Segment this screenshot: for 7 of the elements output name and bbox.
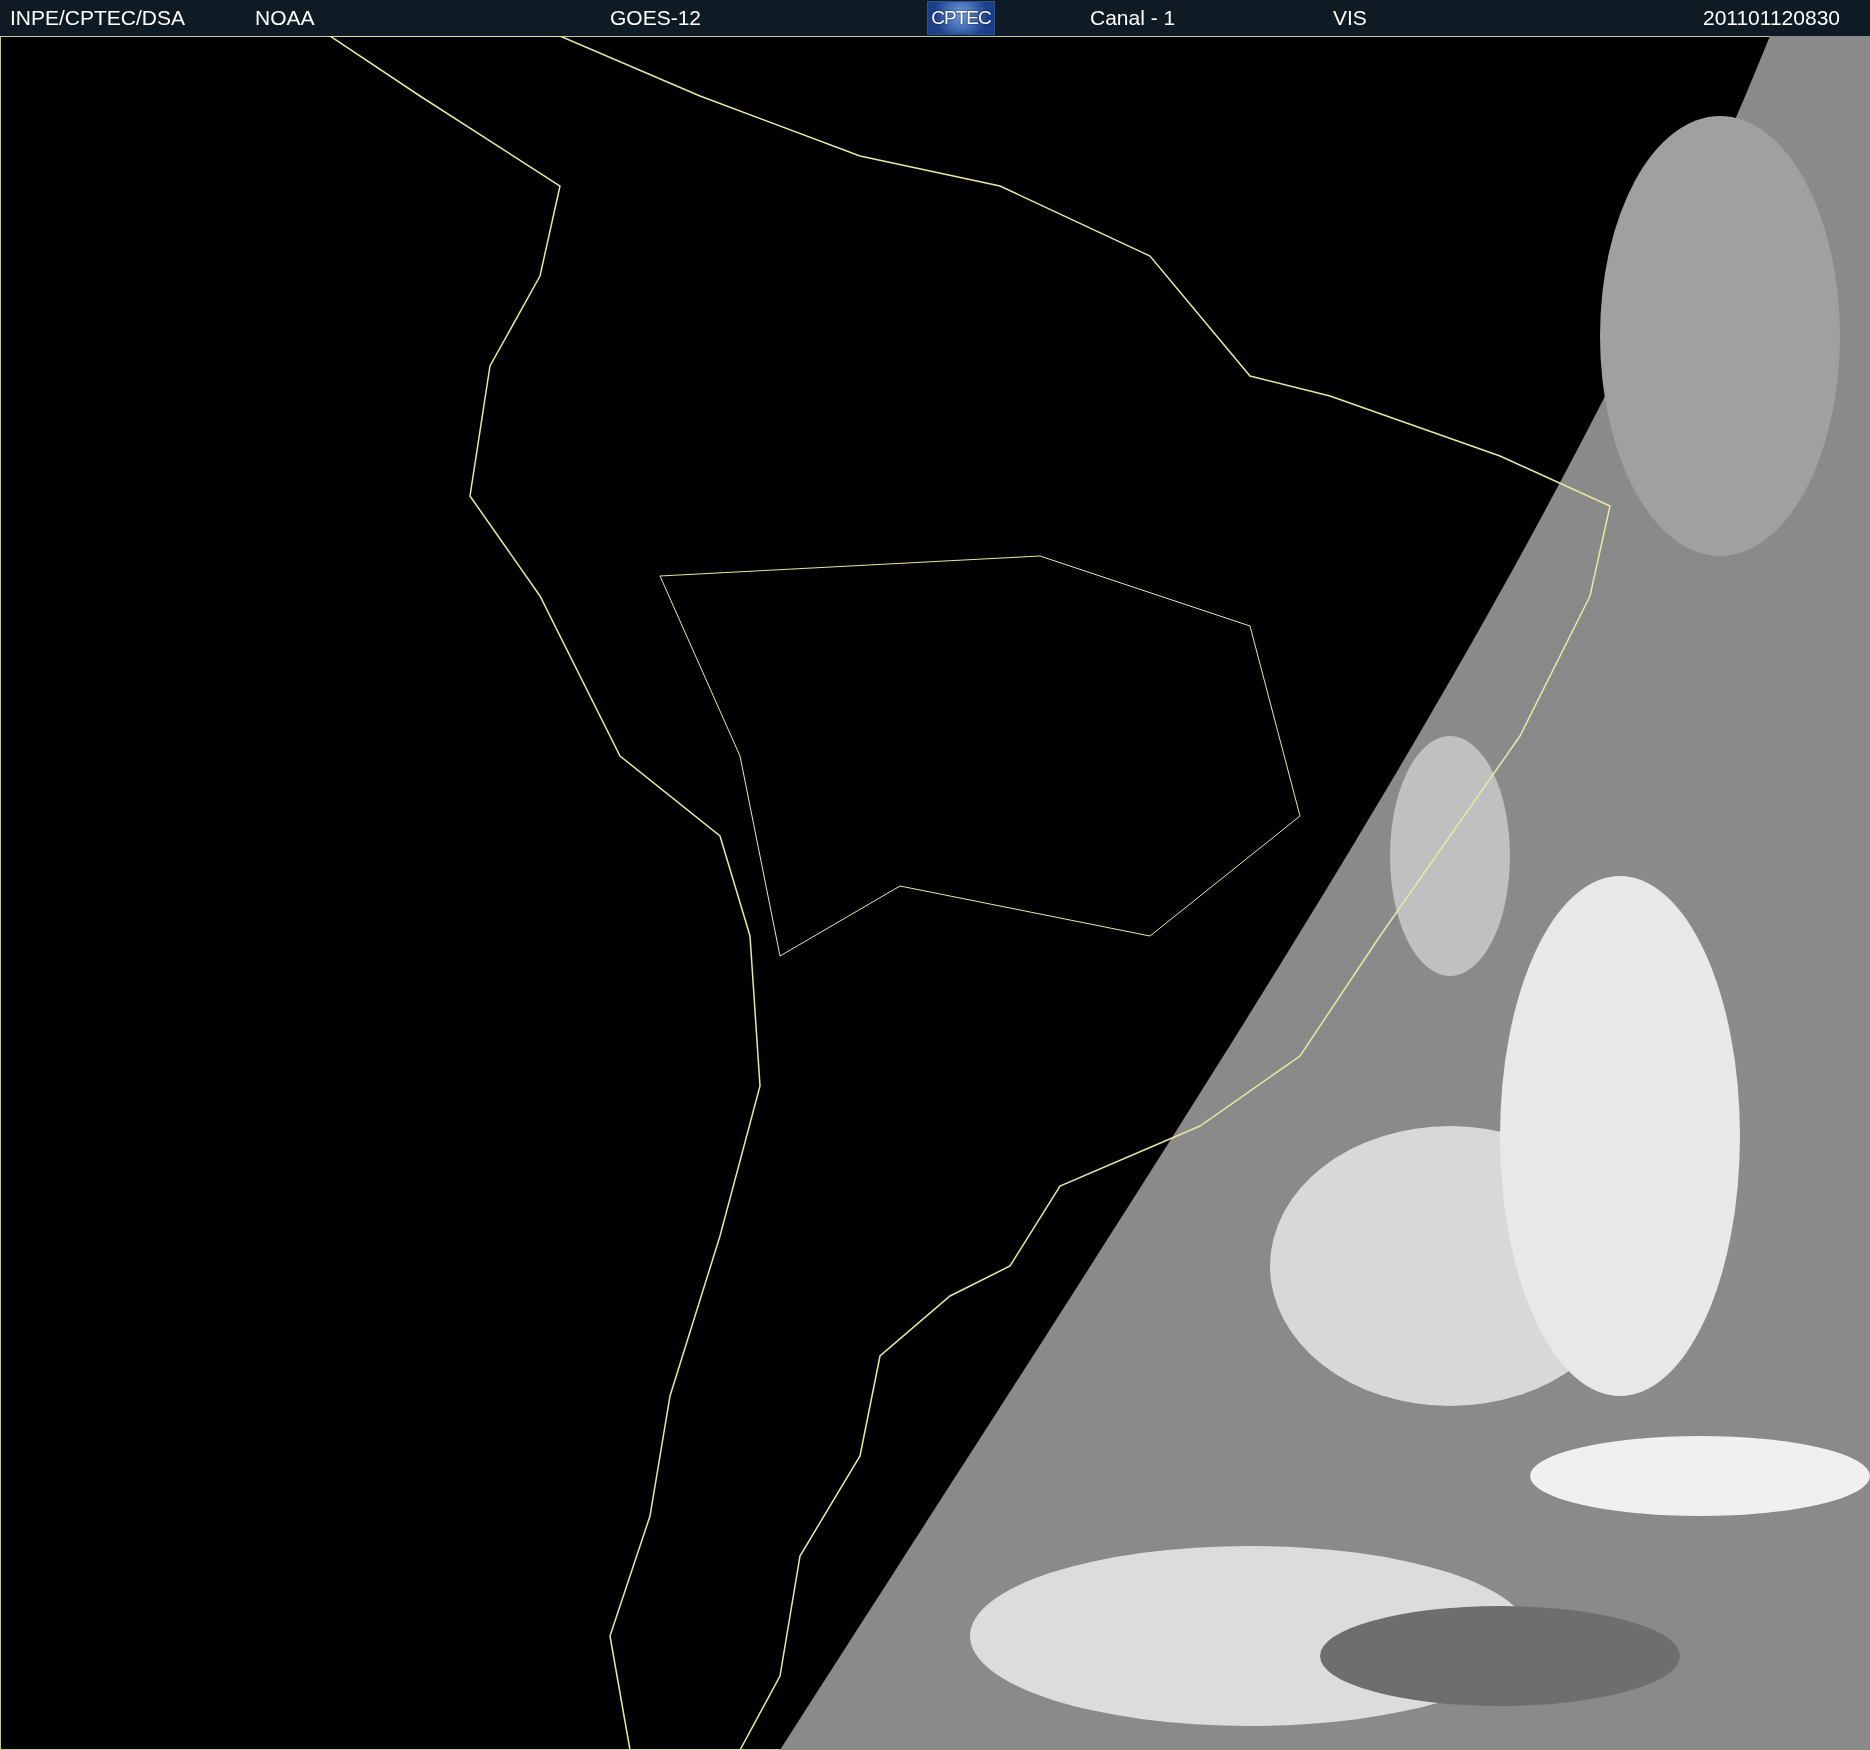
timestamp-label: 201101120830 (1702, 6, 1840, 30)
logo: CPTEC (927, 1, 995, 35)
satellite-label: GOES-12 (610, 6, 703, 30)
channel-label: Canal - 1 (1090, 6, 1177, 30)
source-label: INPE/CPTEC/DSA (10, 6, 187, 30)
agency-label: NOAA (255, 6, 316, 30)
band-label: VIS (1333, 6, 1368, 30)
